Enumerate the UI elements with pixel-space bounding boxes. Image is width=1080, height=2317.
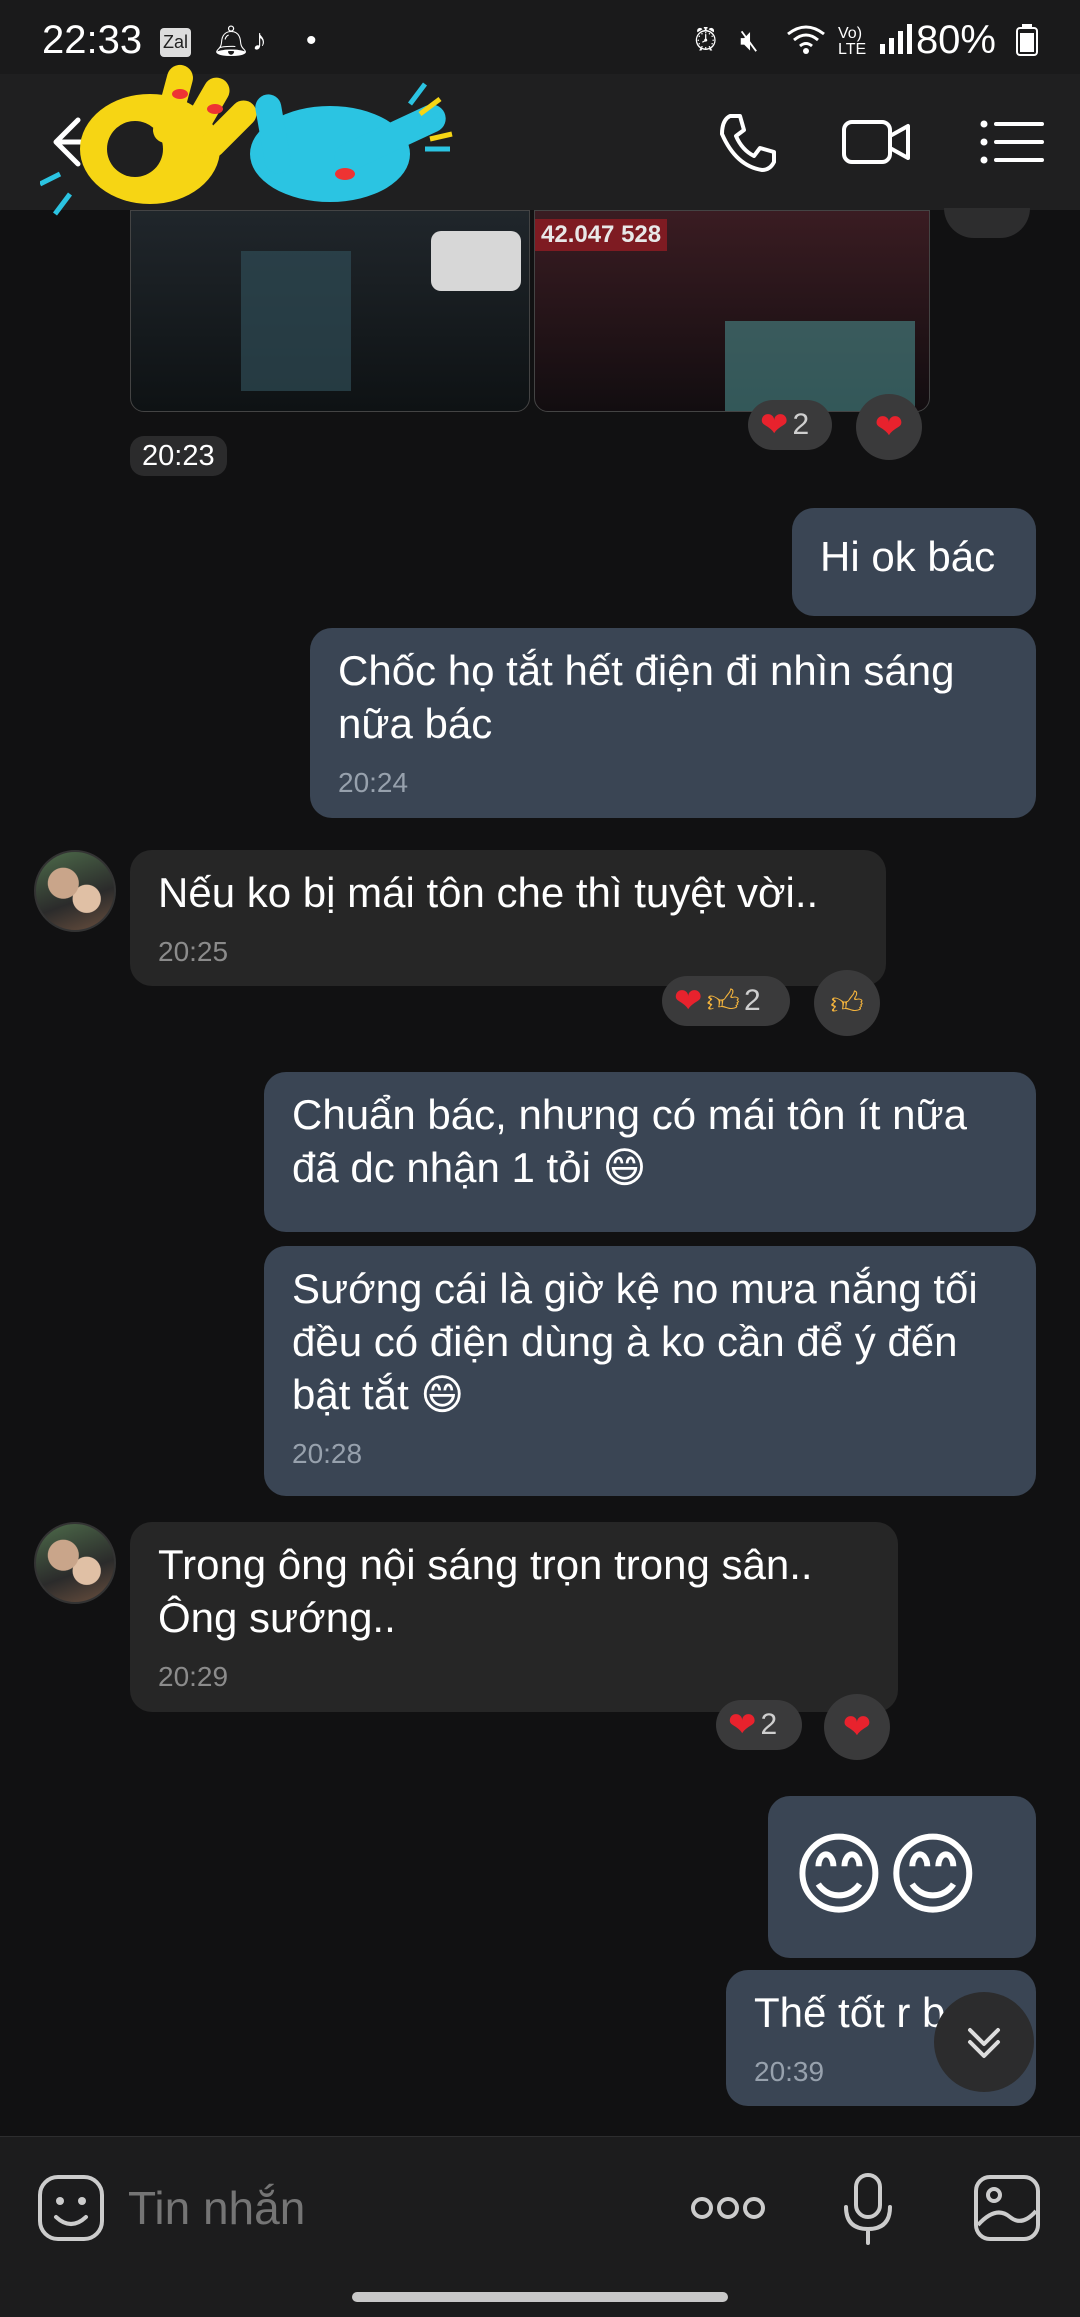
hand-sticker [38, 54, 460, 224]
reaction-count: 2 [792, 408, 810, 441]
zalo-icon: Zal [160, 28, 192, 57]
call-button[interactable] [710, 104, 786, 180]
message-bubble[interactable]: Nếu ko bị mái tôn che thì tuyệt vời.. 20… [130, 850, 886, 986]
heart-icon: ❤ [874, 408, 904, 446]
wifi-icon [786, 24, 826, 64]
message-text: Chuẩn bác, nhưng có mái tôn ít nữa đã dc… [292, 1091, 967, 1191]
message-bubble[interactable]: Sướng cái là giờ kệ no mưa nắng tối đều … [264, 1246, 1036, 1496]
message-composer [0, 2136, 1080, 2317]
message-text: 😊😊 [792, 1826, 980, 1926]
message-time: 20:28 [292, 1438, 363, 1469]
heart-icon: ❤ [842, 1708, 872, 1746]
tiktok-icon: ♪ [252, 24, 267, 57]
heart-icon: ❤ [674, 982, 703, 1020]
home-indicator [352, 2292, 728, 2302]
thumbs-up-icon: 👍︎ [830, 984, 864, 1021]
heart-icon: ❤ [760, 406, 789, 444]
photo-thumbnail-2[interactable]: 42.047 528 [534, 210, 930, 412]
chat-header [0, 64, 1080, 216]
photo-text: 42.047 528 [535, 219, 668, 251]
menu-list-icon [980, 120, 1044, 164]
microphone-icon [844, 2173, 892, 2245]
reaction-count: 2 [760, 1708, 778, 1741]
message-bubble[interactable]: Chuẩn bác, nhưng có mái tôn ít nữa đã dc… [264, 1072, 1036, 1232]
reaction-summary[interactable]: ❤ 2 [716, 1700, 802, 1750]
volte-icon: Vo) LTE [838, 25, 867, 58]
reaction-summary[interactable]: ❤ 👍︎ 2 [662, 976, 790, 1026]
react-button[interactable]: ❤ [856, 394, 922, 460]
menu-button[interactable] [974, 104, 1050, 180]
photo-thumbnail-1[interactable] [130, 210, 530, 412]
chat-area[interactable]: 42.047 528 ❤ 2 ❤ 20:23 Hi ok bác Chốc họ … [0, 208, 1080, 2136]
message-bubble[interactable]: Hi ok bác [792, 508, 1036, 616]
reaction-count: 2 [743, 984, 761, 1017]
alarm-icon: ⏰︎ [694, 24, 718, 57]
battery-icon [1016, 24, 1038, 64]
forward-button[interactable] [944, 208, 1030, 238]
more-dots-icon [691, 2197, 765, 2219]
timestamp-chip: 20:23 [130, 436, 227, 476]
battery-percent: 80% [915, 18, 996, 62]
chevron-double-down-icon [968, 2028, 1000, 2058]
message-text: Hi ok bác [820, 533, 996, 580]
video-call-icon [842, 120, 910, 164]
message-time: 20:24 [338, 767, 409, 798]
message-text: Trong ông nội sáng trọn trong sân.. Ông … [158, 1541, 813, 1641]
message-time: 20:29 [158, 1661, 229, 1692]
image-icon [974, 2175, 1040, 2241]
voice-button[interactable] [836, 2171, 900, 2247]
heart-icon: ❤ [728, 1706, 757, 1744]
message-text: Sướng cái là giờ kệ no mưa nắng tối đều … [292, 1265, 978, 1418]
gallery-button[interactable] [972, 2173, 1042, 2243]
avatar[interactable] [34, 850, 116, 932]
message-bubble[interactable]: 😊😊 [768, 1796, 1036, 1958]
message-text: Chốc họ tắt hết điện đi nhìn sáng nữa bá… [338, 647, 955, 747]
message-time: 20:25 [158, 936, 229, 967]
scroll-to-bottom-button[interactable] [934, 1992, 1034, 2092]
thumbs-up-icon: 👍︎ [706, 983, 740, 1019]
react-button[interactable]: 👍︎ [814, 970, 880, 1036]
message-text: Nếu ko bị mái tôn che thì tuyệt vời.. [158, 869, 819, 916]
phone-icon [720, 114, 776, 172]
more-options-button[interactable] [688, 2173, 768, 2243]
video-call-button[interactable] [838, 104, 914, 180]
react-button[interactable]: ❤ [824, 1694, 890, 1760]
reaction-summary[interactable]: ❤ 2 [748, 400, 832, 450]
sticker-button[interactable] [36, 2173, 106, 2243]
signal-icon [880, 24, 914, 62]
message-bubble[interactable]: Chốc họ tắt hết điện đi nhìn sáng nữa bá… [310, 628, 1036, 818]
avatar[interactable] [34, 1522, 116, 1604]
message-bubble[interactable]: Trong ông nội sáng trọn trong sân.. Ông … [130, 1522, 898, 1712]
emoji-icon [38, 2175, 104, 2241]
dot-icon: • [306, 24, 317, 57]
mute-icon: 🔇︎ [740, 24, 759, 57]
message-input[interactable] [126, 2165, 650, 2251]
